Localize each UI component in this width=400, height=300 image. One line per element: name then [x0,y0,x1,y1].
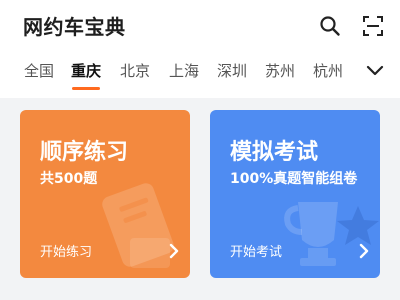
tab-shenzhen[interactable]: 深圳 [217,60,247,81]
practice-arrow[interactable] [168,243,180,259]
scan-icon [363,16,383,36]
practice-card[interactable]: 顺序练习 共500题 开始练习 [20,110,190,278]
tab-suzhou[interactable]: 苏州 [265,60,295,81]
app-title: 网约车宝典 [23,15,126,39]
practice-count: 共500题 [40,171,98,187]
tab-quanguo[interactable]: 全国 [24,60,54,81]
start-practice-link[interactable]: 开始练习 [40,241,92,260]
start-exam-link[interactable]: 开始考试 [230,241,282,260]
chevron-right-icon [359,243,369,259]
active-tab-indicator [72,87,100,90]
tab-hangzhou[interactable]: 杭州 [313,60,343,81]
more-cities-button[interactable] [363,60,387,80]
search-button[interactable] [317,13,343,39]
chevron-right-icon [169,243,179,259]
city-tabs: 全国 重庆 北京 上海 深圳 苏州 杭州 [0,56,400,96]
exam-arrow[interactable] [358,243,370,259]
app-header: 网约车宝典 全国 重庆 北京 上海 深圳 苏州 杭州 [0,0,400,98]
exam-title: 模拟考试 [230,140,319,165]
chevron-down-icon [366,65,384,76]
exam-subtitle: 100%真题智能组卷 [230,171,358,187]
exam-card[interactable]: 模拟考试 100%真题智能组卷 开始考试 [210,110,380,278]
tab-shanghai[interactable]: 上海 [169,60,199,81]
search-icon [320,16,340,36]
tab-chongqing[interactable]: 重庆 [71,60,101,81]
scan-button[interactable] [360,13,386,39]
tab-beijing[interactable]: 北京 [120,60,150,81]
practice-title: 顺序练习 [40,140,129,165]
